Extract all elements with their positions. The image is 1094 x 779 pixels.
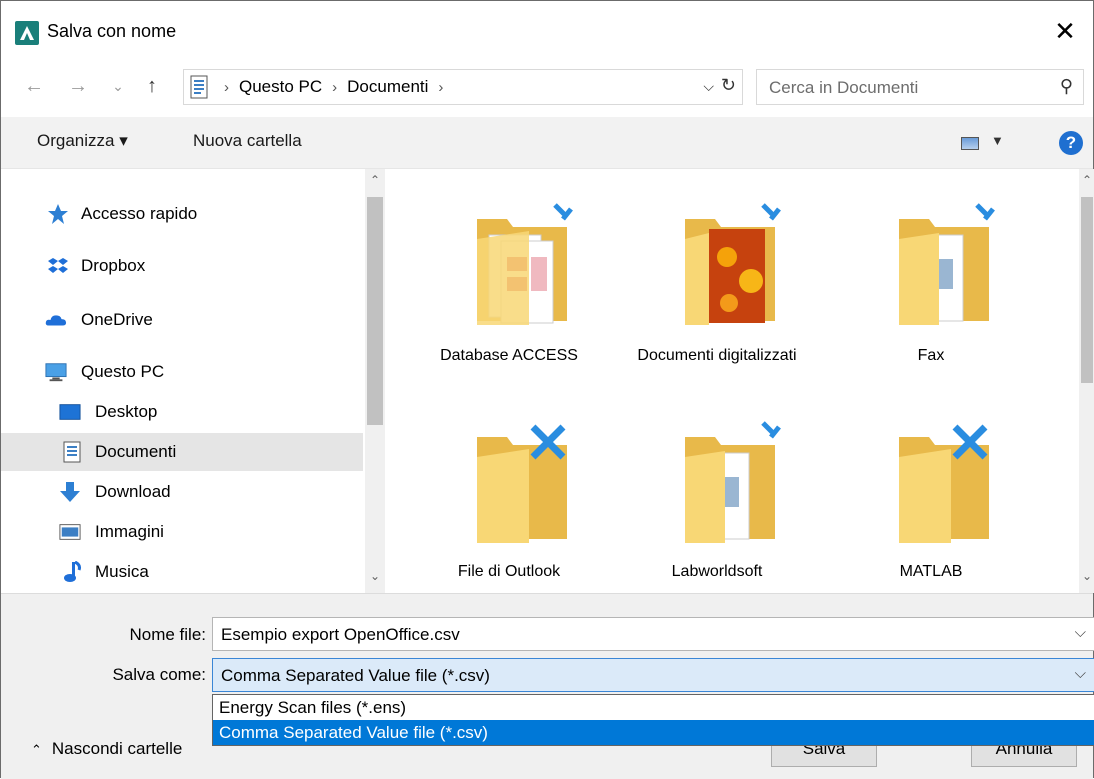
refresh-icon[interactable]: ↻ xyxy=(721,75,736,96)
chevron-down-icon[interactable]: ⌵ xyxy=(1075,665,1086,682)
app-icon xyxy=(15,21,39,45)
filename-field[interactable]: Esempio export OpenOffice.csv ⌵ xyxy=(212,617,1094,651)
dropbox-icon xyxy=(48,258,68,273)
chevron-right-icon: › xyxy=(332,79,338,96)
folder-name: Database ACCESS xyxy=(440,347,578,364)
sidebar-item-label: OneDrive xyxy=(81,310,153,329)
hide-folders-label: Nascondi cartelle xyxy=(51,739,183,758)
folder-item[interactable]: Documenti digitalizzati xyxy=(617,169,817,379)
folder-icon xyxy=(899,424,989,543)
chevron-up-icon: ⌃ xyxy=(31,742,42,757)
folder-item[interactable]: Labworldsoft xyxy=(617,387,817,597)
pictures-icon xyxy=(59,524,81,540)
sidebar-item-documenti[interactable]: Documenti xyxy=(1,433,363,471)
dropdown-option-ens[interactable]: Energy Scan files (*.ens) xyxy=(213,695,1094,720)
chevron-right-icon: › xyxy=(438,79,444,96)
chevron-right-icon: › xyxy=(224,79,229,96)
recent-locations-icon[interactable]: ⌄ xyxy=(109,71,127,101)
command-bar: Organizza ▾ Nuova cartella ▼ ? xyxy=(1,117,1093,169)
download-icon xyxy=(60,482,80,502)
breadcrumb: › Questo PC › Documenti › xyxy=(214,77,453,97)
folder-item[interactable]: File di Outlook xyxy=(409,387,609,597)
navigation-pane: Accesso rapido Dropbox OneDrive Questo P… xyxy=(1,169,385,593)
sidebar-item-label: Dropbox xyxy=(81,256,146,275)
computer-icon xyxy=(45,363,67,382)
savetype-dropdown-list: Energy Scan files (*.ens) Comma Separate… xyxy=(212,694,1094,746)
filename-input[interactable]: Esempio export OpenOffice.csv xyxy=(221,625,460,645)
new-folder-button[interactable]: Nuova cartella xyxy=(193,131,302,151)
folder-name: Labworldsoft xyxy=(671,563,763,580)
savetype-selected: Comma Separated Value file (*.csv) xyxy=(221,666,490,685)
window-title: Salva con nome xyxy=(47,21,177,41)
folder-item[interactable]: Fax xyxy=(831,169,1031,379)
view-mode-icon[interactable] xyxy=(961,137,979,150)
folder-icon xyxy=(899,203,995,325)
folder-icon xyxy=(685,421,781,543)
sidebar-item-download[interactable]: Download xyxy=(1,473,363,511)
navigation-bar: ← → ⌄ ↑ › Questo PC › Documenti › ⌵ ↻ Cerca … xyxy=(1,57,1093,117)
sidebar-item-musica[interactable]: Musica xyxy=(1,553,363,591)
document-icon xyxy=(190,75,208,99)
chevron-down-icon[interactable]: ⌵ xyxy=(1075,624,1086,641)
breadcrumb-item-questo-pc[interactable]: Questo PC xyxy=(239,77,322,96)
sidebar-item-label: Accesso rapido xyxy=(81,204,198,223)
file-list: Database ACCESS Documenti digitalizzati xyxy=(385,169,1094,593)
close-icon[interactable]: ✕ xyxy=(1047,13,1083,49)
file-list-scrollbar[interactable]: ⌃ ⌄ xyxy=(1079,169,1094,593)
sidebar-item-immagini[interactable]: Immagini xyxy=(1,513,363,551)
search-icon: ⚲ xyxy=(1059,76,1073,96)
forward-arrow-icon[interactable]: → xyxy=(65,71,91,101)
scroll-down-icon[interactable]: ⌄ xyxy=(1078,569,1094,583)
hide-folders-toggle[interactable]: ⌃ Nascondi cartelle xyxy=(31,739,182,759)
search-box[interactable]: Cerca in Documenti ⚲ xyxy=(756,69,1084,105)
filename-label: Nome file: xyxy=(129,625,206,644)
document-icon xyxy=(63,441,81,463)
folder-name: Documenti digitalizzati xyxy=(637,347,797,364)
sidebar-item-onedrive[interactable]: OneDrive xyxy=(1,301,363,339)
sidebar-item-label: Documenti xyxy=(95,442,177,461)
savetype-label: Salva come: xyxy=(112,665,206,684)
chevron-down-icon[interactable]: ▼ xyxy=(991,133,1004,148)
breadcrumb-item-documenti[interactable]: Documenti xyxy=(347,77,428,96)
save-as-dialog: Salva con nome ✕ ← → ⌄ ↑ › Questo PC › Docu… xyxy=(0,0,1094,779)
help-icon[interactable]: ? xyxy=(1059,131,1083,155)
address-bar[interactable]: › Questo PC › Documenti › ⌵ ↻ xyxy=(183,69,743,105)
folder-item[interactable]: Database ACCESS xyxy=(409,169,609,379)
sidebar-item-accesso-rapido[interactable]: Accesso rapido xyxy=(1,195,363,233)
sidebar-item-label: Immagini xyxy=(95,522,164,541)
folder-icon xyxy=(685,203,781,325)
back-arrow-icon[interactable]: ← xyxy=(21,71,47,101)
star-icon xyxy=(48,204,68,224)
desktop-icon xyxy=(59,404,81,420)
sidebar-item-label: Download xyxy=(95,482,171,501)
folder-icon xyxy=(477,424,567,543)
sidebar-item-label: Desktop xyxy=(95,402,158,421)
sidebar-item-label: Questo PC xyxy=(81,362,165,381)
up-arrow-icon[interactable]: ↑ xyxy=(139,71,165,101)
scrollbar-thumb[interactable] xyxy=(367,197,383,425)
sidebar-item-desktop[interactable]: Desktop xyxy=(1,393,363,431)
chevron-down-icon[interactable]: ⌵ xyxy=(703,78,714,95)
dropdown-option-csv[interactable]: Comma Separated Value file (*.csv) xyxy=(213,720,1094,745)
sidebar-item-questo-pc[interactable]: Questo PC xyxy=(1,353,363,391)
title-bar: Salva con nome ✕ xyxy=(1,1,1093,57)
folder-name: MATLAB xyxy=(899,563,963,580)
folder-item[interactable]: MATLAB xyxy=(831,387,1031,597)
scroll-down-icon[interactable]: ⌄ xyxy=(366,569,384,583)
sidebar-item-label: Musica xyxy=(95,562,149,581)
scroll-up-icon[interactable]: ⌃ xyxy=(366,173,384,187)
music-icon xyxy=(64,561,81,582)
scrollbar-thumb[interactable] xyxy=(1081,197,1093,383)
search-input[interactable]: Cerca in Documenti xyxy=(769,78,918,98)
folder-name: Fax xyxy=(917,347,945,364)
folder-icon xyxy=(477,203,573,325)
organize-button[interactable]: Organizza ▾ xyxy=(37,131,128,151)
folder-name: File di Outlook xyxy=(457,563,561,580)
scroll-up-icon[interactable]: ⌃ xyxy=(1078,173,1094,187)
sidebar-scrollbar[interactable]: ⌃ ⌄ xyxy=(365,169,385,593)
sidebar-item-dropbox[interactable]: Dropbox xyxy=(1,247,363,285)
savetype-select[interactable]: Comma Separated Value file (*.csv) ⌵ xyxy=(212,658,1094,692)
cloud-icon xyxy=(45,315,67,326)
